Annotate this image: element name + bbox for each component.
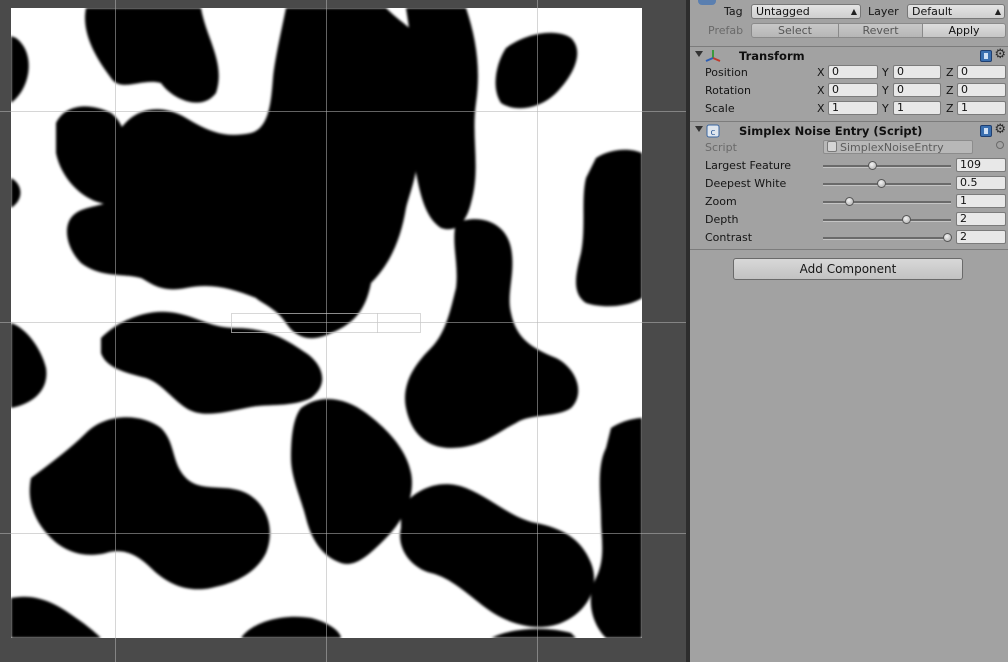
scale-x-field[interactable]: 1 <box>828 101 878 115</box>
position-x-field[interactable]: 0 <box>828 65 878 79</box>
rotation-y-field[interactable]: 0 <box>893 83 941 97</box>
dropdown-arrow-icon: ▲ <box>994 7 1001 16</box>
slider-value-field[interactable]: 109 <box>956 158 1006 172</box>
slider-row: Depth 2 <box>690 211 1008 229</box>
slider-value-field[interactable]: 1 <box>956 194 1006 208</box>
layer-label: Layer <box>868 5 899 18</box>
axis-x-label: X <box>817 84 825 97</box>
slider-knob[interactable] <box>844 197 854 206</box>
slider-track[interactable] <box>823 165 951 168</box>
tag-dropdown[interactable]: Untagged ▲ <box>751 4 861 19</box>
dropdown-arrow-icon: ▲ <box>850 7 857 16</box>
slider-knob[interactable] <box>902 215 912 224</box>
component-separator <box>690 249 1008 250</box>
slider-label: Contrast <box>705 231 753 244</box>
scene-grid-line <box>537 0 538 662</box>
rotation-x-field[interactable]: 0 <box>828 83 878 97</box>
script-label: Script <box>705 141 737 154</box>
script-value: SimplexNoiseEntry <box>840 141 944 154</box>
scene-grid-line <box>0 111 686 112</box>
slider-label: Largest Feature <box>705 159 792 172</box>
rotation-label: Rotation <box>705 84 752 97</box>
selection-rect-divider <box>231 313 378 333</box>
position-y-field[interactable]: 0 <box>893 65 941 79</box>
slider-track[interactable] <box>823 201 951 204</box>
gameobject-icon <box>698 0 716 5</box>
slider-track[interactable] <box>823 183 951 186</box>
script-object-field[interactable]: SimplexNoiseEntry <box>823 140 973 154</box>
slider-row: Contrast 2 <box>690 229 1008 247</box>
scene-grid-line <box>0 533 686 534</box>
axis-z-label: Z <box>946 102 954 115</box>
slider-row: Zoom 1 <box>690 193 1008 211</box>
slider-value-field[interactable]: 2 <box>956 212 1006 226</box>
axis-z-label: Z <box>946 66 954 79</box>
prefab-label: Prefab <box>708 24 744 37</box>
slider-knob[interactable] <box>876 179 886 188</box>
scale-label: Scale <box>705 102 735 115</box>
slider-label: Zoom <box>705 195 737 208</box>
slider-row: Deepest White 0.5 <box>690 175 1008 193</box>
position-z-field[interactable]: 0 <box>957 65 1006 79</box>
tag-value: Untagged <box>756 5 810 18</box>
svg-text:c: c <box>711 128 716 138</box>
transform-title: Transform <box>739 49 805 63</box>
noise-component-header[interactable]: c Simplex Noise Entry (Script) ⚙ <box>690 121 1008 140</box>
foldout-arrow-icon[interactable] <box>695 126 703 132</box>
slider-track[interactable] <box>823 237 951 240</box>
prefab-apply-button[interactable]: Apply <box>922 23 1006 38</box>
slider-knob[interactable] <box>867 161 877 170</box>
slider-row: Largest Feature 109 <box>690 157 1008 175</box>
axis-x-label: X <box>817 102 825 115</box>
add-component-button[interactable]: Add Component <box>733 258 963 280</box>
gear-icon[interactable]: ⚙ <box>994 123 1006 137</box>
gear-icon[interactable]: ⚙ <box>994 48 1006 62</box>
scene-grid-line <box>115 0 116 662</box>
prefab-revert-button[interactable]: Revert <box>838 23 923 38</box>
axis-y-label: Y <box>882 66 889 79</box>
help-book-icon[interactable] <box>980 50 992 62</box>
script-file-icon <box>827 141 837 152</box>
position-label: Position <box>705 66 748 79</box>
transform-row-scale: Scale X 1 Y 1 Z 1 <box>690 100 1008 118</box>
slider-label: Depth <box>705 213 739 226</box>
slider-value-field[interactable]: 0.5 <box>956 176 1006 190</box>
layer-dropdown[interactable]: Default ▲ <box>907 4 1005 19</box>
layer-value: Default <box>912 5 953 18</box>
slider-label: Deepest White <box>705 177 787 190</box>
scale-z-field[interactable]: 1 <box>957 101 1006 115</box>
prefab-select-button[interactable]: Select <box>751 23 839 38</box>
axis-y-label: Y <box>882 84 889 97</box>
scene-view[interactable] <box>0 0 686 662</box>
inspector-panel: Tag Untagged ▲ Layer Default ▲ Prefab Sele… <box>690 0 1008 662</box>
axis-y-label: Y <box>882 102 889 115</box>
transform-row-position: Position X 0 Y 0 Z 0 <box>690 64 1008 82</box>
noise-component-title: Simplex Noise Entry (Script) <box>739 124 923 138</box>
tag-label: Tag <box>724 5 743 18</box>
foldout-arrow-icon[interactable] <box>695 51 703 57</box>
scale-y-field[interactable]: 1 <box>893 101 941 115</box>
script-row: Script SimplexNoiseEntry <box>690 139 1008 157</box>
axis-z-label: Z <box>946 84 954 97</box>
slider-value-field[interactable]: 2 <box>956 230 1006 244</box>
tag-layer-row: Tag Untagged ▲ Layer Default ▲ <box>690 0 1008 21</box>
script-icon: c <box>706 124 720 138</box>
transform-axes-icon <box>705 50 721 62</box>
object-picker-icon[interactable] <box>996 141 1004 149</box>
help-book-icon[interactable] <box>980 125 992 137</box>
slider-knob[interactable] <box>943 233 953 242</box>
transform-row-rotation: Rotation X 0 Y 0 Z 0 <box>690 82 1008 100</box>
rotation-z-field[interactable]: 0 <box>957 83 1006 97</box>
prefab-row: Prefab Select Revert Apply <box>690 22 1008 40</box>
slider-track[interactable] <box>823 219 951 222</box>
axis-x-label: X <box>817 66 825 79</box>
transform-header[interactable]: Transform ⚙ <box>690 46 1008 65</box>
